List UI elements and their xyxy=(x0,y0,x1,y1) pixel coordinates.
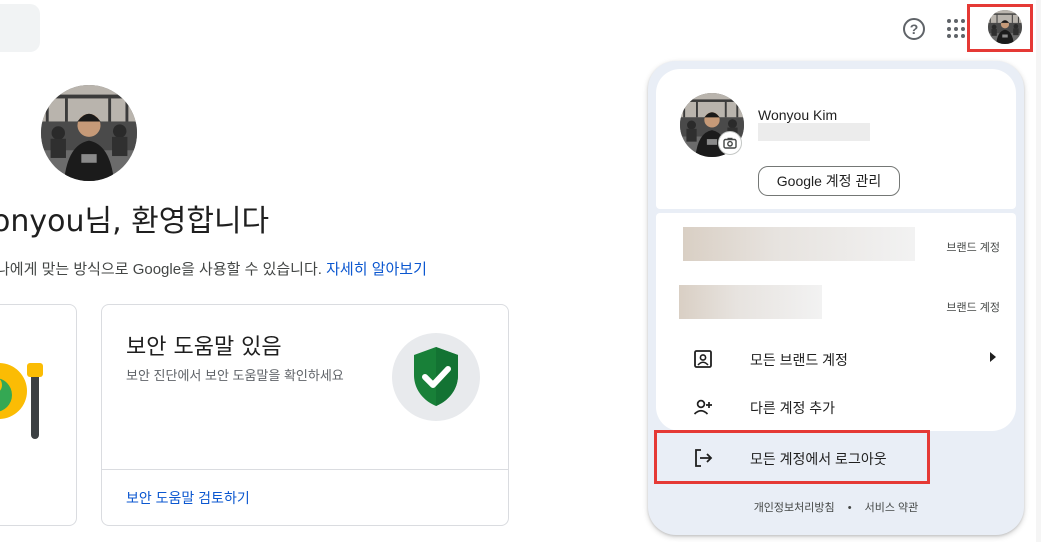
welcome-heading: onyou님, 환영합니다 xyxy=(0,204,270,239)
sign-out-highlight-box xyxy=(654,430,930,484)
terms-of-service-link[interactable]: 서비스 약관 xyxy=(865,502,919,514)
account-email-redacted xyxy=(758,123,870,141)
manage-google-account-button[interactable]: Google 계정 관리 xyxy=(758,166,900,196)
privacy-card[interactable] xyxy=(0,304,77,526)
subtitle-text: 나에게 맞는 방식으로 Google을 사용할 수 있습니다. xyxy=(0,261,322,278)
camera-icon[interactable] xyxy=(718,131,742,155)
menu-footer: 개인정보처리방침 • 서비스 약관 xyxy=(648,499,1024,515)
privacy-illustration xyxy=(0,363,43,439)
account-list: 브랜드 계정 브랜드 계정 모든 브랜드 계정 다른 계정 추가 xyxy=(656,213,1016,431)
brand-account-label: 브랜드 계정 xyxy=(946,302,1000,314)
account-box-icon xyxy=(694,350,712,368)
footer-separator: • xyxy=(847,502,852,514)
all-brand-accounts-label: 모든 브랜드 계정 xyxy=(750,352,848,368)
brand-account-row[interactable]: 브랜드 계정 xyxy=(656,219,1016,269)
brand-account-redacted xyxy=(679,285,822,319)
welcome-subtitle: 나에게 맞는 방식으로 Google을 사용할 수 있습니다. 자세히 알아보기 xyxy=(0,258,427,279)
scrollbar[interactable] xyxy=(1036,0,1041,542)
brand-account-label: 브랜드 계정 xyxy=(946,242,1000,254)
profile-avatar xyxy=(41,85,137,181)
add-account-item[interactable]: 다른 계정 추가 xyxy=(656,387,1016,427)
brand-account-row[interactable]: 브랜드 계정 xyxy=(656,279,1016,329)
privacy-policy-link[interactable]: 개인정보처리방침 xyxy=(754,502,835,514)
current-account-section: Wonyou Kim Google 계정 관리 xyxy=(656,69,1016,209)
learn-more-link[interactable]: 자세히 알아보기 xyxy=(326,261,427,278)
all-brand-accounts-item[interactable]: 모든 브랜드 계정 xyxy=(656,339,1016,379)
person-add-icon xyxy=(693,399,712,415)
account-name: Wonyou Kim xyxy=(758,107,838,123)
security-tips-card[interactable]: 보안 도움말 있음 보안 진단에서 보안 도움말을 확인하세요 보안 도움말 검… xyxy=(101,304,509,526)
search-bar[interactable] xyxy=(0,4,40,52)
avatar-highlight-box xyxy=(967,4,1033,52)
chevron-right-icon xyxy=(990,352,996,362)
help-icon[interactable]: ? xyxy=(903,18,925,40)
add-account-label: 다른 계정 추가 xyxy=(750,400,836,416)
card-divider xyxy=(102,469,508,470)
brand-account-redacted xyxy=(683,227,915,261)
apps-grid-icon[interactable] xyxy=(947,19,967,39)
security-card-description: 보안 진단에서 보안 도움말을 확인하세요 xyxy=(126,368,344,383)
security-card-title: 보안 도움말 있음 xyxy=(126,335,282,360)
shield-check-icon xyxy=(392,333,480,421)
review-security-tips-link[interactable]: 보안 도움말 검토하기 xyxy=(126,488,250,508)
